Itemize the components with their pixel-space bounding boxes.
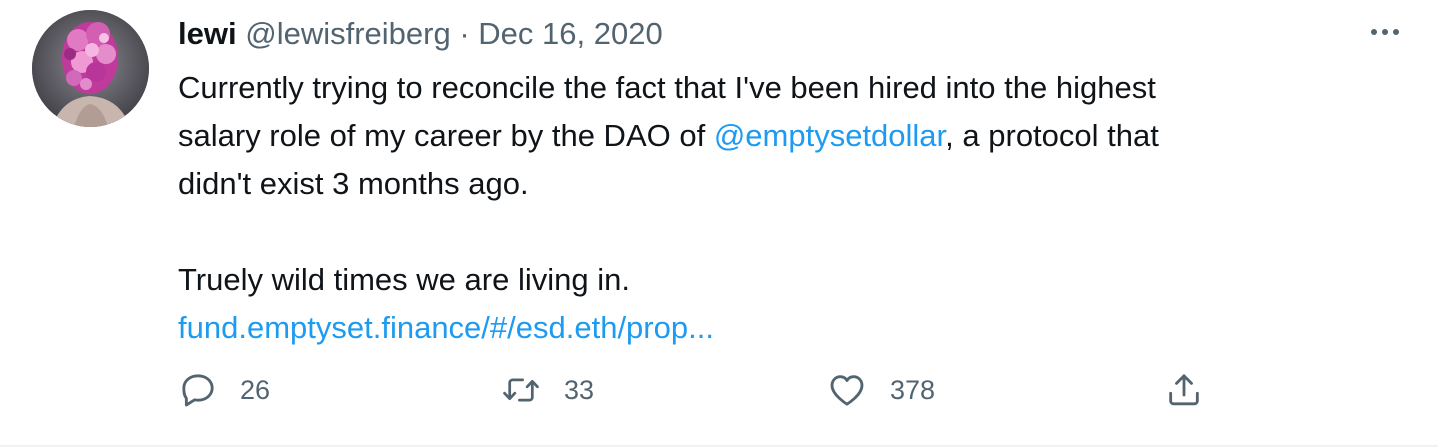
tweet-text-line-1: Currently trying to reconcile the fact t…	[178, 70, 1156, 105]
tweet-header: lewi @lewisfreiberg · Dec 16, 2020	[178, 12, 663, 56]
retweet-button[interactable]: 33	[500, 366, 594, 414]
reply-icon	[182, 374, 214, 407]
share-icon	[1169, 374, 1199, 406]
paragraph-break	[178, 208, 1398, 256]
tweet-card[interactable]: lewi @lewisfreiberg · Dec 16, 2020 Curre…	[0, 0, 1438, 447]
url-link[interactable]: fund.emptyset.finance/#/esd.eth/prop...	[178, 310, 714, 345]
display-name[interactable]: lewi	[178, 16, 237, 51]
tweet-text-line-2-start: salary role of my career by the DAO of	[178, 118, 714, 153]
reply-count: 26	[240, 374, 271, 405]
tweet-url-line: fund.emptyset.finance/#/esd.eth/prop...	[178, 304, 1398, 352]
like-button[interactable]: 378	[826, 366, 935, 414]
heart-icon	[830, 375, 864, 406]
more-horizontal-icon	[1371, 29, 1377, 35]
handle[interactable]: @lewisfreiberg	[245, 16, 450, 51]
like-count: 378	[890, 374, 936, 405]
tweet-actions: 26 33 378	[178, 366, 1238, 414]
tweet-text: Currently trying to reconcile the fact t…	[178, 64, 1398, 352]
tweet-date[interactable]: Dec 16, 2020	[478, 16, 662, 51]
retweet-count: 33	[564, 374, 595, 405]
tweet-text-line-2: salary role of my career by the DAO of @…	[178, 112, 1398, 160]
tweet-text-line-2-end: , a protocol that	[945, 118, 1159, 153]
retweet-icon	[503, 378, 539, 402]
mention-link[interactable]: @emptysetdollar	[714, 118, 945, 153]
share-button[interactable]	[1164, 366, 1204, 414]
separator: ·	[459, 16, 470, 51]
more-options-button[interactable]	[1364, 14, 1406, 50]
reply-button[interactable]: 26	[178, 366, 270, 414]
avatar[interactable]	[32, 10, 149, 127]
tweet-text-line-3: didn't exist 3 months ago.	[178, 166, 529, 201]
tweet-text-line-4: Truely wild times we are living in.	[178, 262, 630, 297]
